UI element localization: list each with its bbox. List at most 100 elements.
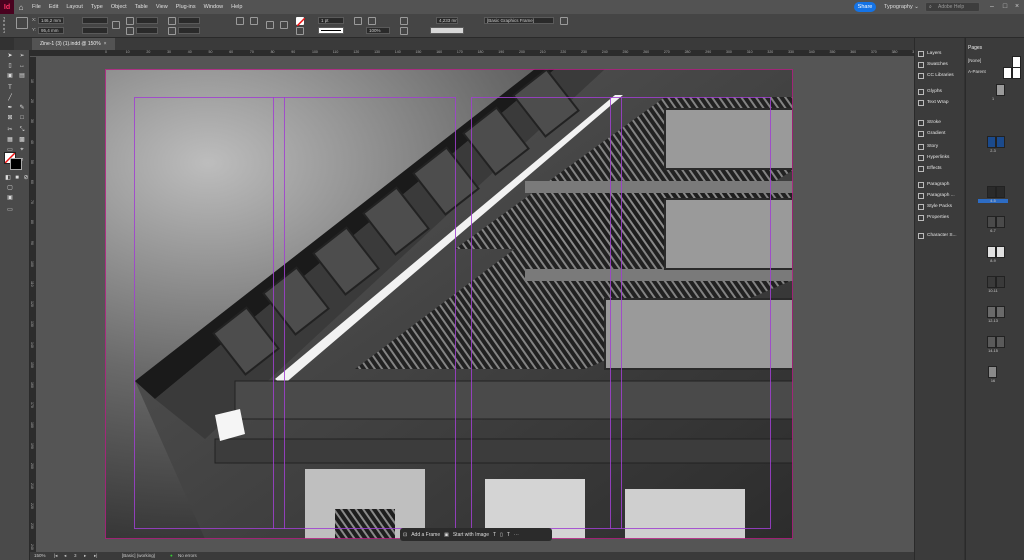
pencil-tool-icon[interactable]: ✎: [17, 104, 27, 112]
spread-label[interactable]: 6-7: [978, 229, 1008, 233]
last-page-icon[interactable]: ▸|: [94, 553, 97, 559]
a-parent-thumb-left[interactable]: [1003, 67, 1012, 79]
spread-label[interactable]: 14-15: [978, 349, 1008, 353]
shear-icon[interactable]: [168, 27, 176, 35]
spread-label[interactable]: 16: [978, 379, 1008, 383]
spread-label[interactable]: 1: [978, 97, 1008, 101]
rectangle-frame-tool-icon[interactable]: ⊠: [5, 114, 15, 122]
first-page-icon[interactable]: |◂: [54, 553, 57, 559]
page-thumbnail[interactable]: [996, 136, 1005, 148]
flip-vertical-icon[interactable]: [250, 17, 258, 25]
text-icon[interactable]: T: [493, 532, 496, 538]
height-field[interactable]: [82, 27, 108, 34]
scale-x-icon[interactable]: [126, 17, 134, 25]
scale-x-field[interactable]: [136, 17, 158, 24]
menu-window[interactable]: Window: [200, 0, 228, 14]
menu-view[interactable]: View: [152, 0, 172, 14]
selection-tool-icon[interactable]: ➤: [5, 52, 15, 60]
panel-swatches[interactable]: Swatches: [918, 59, 964, 70]
scale-y-field[interactable]: [136, 27, 158, 34]
select-container-icon[interactable]: [266, 21, 274, 29]
shear-field[interactable]: [178, 27, 200, 34]
panel-effects[interactable]: Effects: [918, 163, 964, 174]
menu-layout[interactable]: Layout: [62, 0, 87, 14]
close-tab-icon[interactable]: ×: [104, 41, 107, 47]
panel-layers[interactable]: Layers: [918, 48, 964, 59]
opacity-field[interactable]: 100%: [366, 27, 390, 34]
panel-glyphs[interactable]: Glyphs: [918, 86, 964, 97]
page-thumbnail[interactable]: [996, 216, 1005, 228]
preflight-profile[interactable]: [Basic] (working): [122, 553, 155, 558]
share-button[interactable]: Share: [854, 2, 876, 12]
x-field[interactable]: 146,2 mm: [38, 17, 64, 24]
page-thumbnail[interactable]: [996, 84, 1005, 96]
add-frame-button[interactable]: Add a Frame: [411, 532, 440, 538]
type-icon[interactable]: T: [507, 532, 510, 538]
panel-stroke[interactable]: Stroke: [918, 117, 964, 128]
panel-gradient[interactable]: Gradient: [918, 128, 964, 139]
a-parent[interactable]: A-Parent: [968, 69, 986, 74]
prev-page-icon[interactable]: ◂: [64, 553, 66, 559]
formatting-affects-container-icon[interactable]: ▢: [5, 184, 15, 192]
type-tool-icon[interactable]: T: [5, 84, 15, 92]
scissors-tool-icon[interactable]: ✂: [5, 126, 15, 134]
text-wrap-icon[interactable]: [400, 27, 408, 35]
corner-options-icon[interactable]: [400, 17, 408, 25]
select-content-icon[interactable]: [280, 21, 288, 29]
horizontal-ruler[interactable]: 0 10 20 30 40 50 60 70 80 90 100 110 120 130 140 150 160…: [30, 50, 914, 57]
spread-label[interactable]: 2-3: [978, 149, 1008, 153]
pen-tool-icon[interactable]: ✒: [5, 104, 15, 112]
line-tool-icon[interactable]: ╱: [5, 94, 15, 102]
maximize-icon[interactable]: □: [999, 0, 1011, 14]
vertical-ruler[interactable]: 10 20 30 40 50 60 70 80 90 100 110 120 130 140 150 160 1…: [30, 57, 37, 552]
eyedropper-tool-icon[interactable]: ⌖: [17, 146, 27, 154]
document-tab[interactable]: Zine-1 (3) (1).indd @ 150% ×: [32, 38, 115, 50]
page-thumbnail[interactable]: [996, 276, 1005, 288]
spread-label[interactable]: 8-9: [978, 259, 1008, 263]
menu-type[interactable]: Type: [87, 0, 107, 14]
page-thumbnail[interactable]: [987, 136, 996, 148]
pages-tab[interactable]: Pages: [968, 45, 982, 51]
menu-object[interactable]: Object: [107, 0, 131, 14]
a-parent-thumb-right[interactable]: [1012, 67, 1021, 79]
none-parent[interactable]: [None]: [968, 58, 981, 63]
panel-paragraph[interactable]: Paragraph: [918, 179, 964, 190]
page-thumbnail[interactable]: [987, 246, 996, 258]
more-icon[interactable]: ⋯: [514, 532, 519, 538]
errors-status[interactable]: No errors: [178, 553, 197, 558]
panel-style-packs[interactable]: Style Packs: [918, 201, 964, 212]
gap-field[interactable]: 4,233 mm: [436, 17, 458, 24]
search-help-input[interactable]: ⌕ Adobe Help: [925, 2, 980, 12]
menu-plugins[interactable]: Plug-ins: [172, 0, 200, 14]
content-placer-icon[interactable]: ▤: [17, 72, 27, 80]
page-thumbnail[interactable]: [996, 336, 1005, 348]
page-thumbnail[interactable]: [996, 186, 1005, 198]
home-icon[interactable]: ⌂: [14, 0, 28, 14]
page-thumbnail[interactable]: [987, 186, 996, 198]
corner-shape-select[interactable]: [430, 27, 464, 34]
panel-properties[interactable]: Properties: [918, 212, 964, 223]
panel-text-wrap[interactable]: Text Wrap: [918, 97, 964, 108]
constrain-proportions-icon[interactable]: [112, 21, 120, 29]
drop-shadow-icon[interactable]: [354, 17, 362, 25]
panel-character-s[interactable]: Character S...: [918, 230, 964, 241]
y-field[interactable]: 95,4 mm: [38, 27, 64, 34]
stroke-swatch[interactable]: [296, 27, 304, 35]
normal-view-icon[interactable]: ▣: [5, 194, 15, 202]
page-thumbnail[interactable]: [996, 246, 1005, 258]
next-page-icon[interactable]: ▸: [84, 553, 86, 559]
panel-hyperlinks[interactable]: Hyperlinks: [918, 152, 964, 163]
workspace-switcher[interactable]: Typography ⌄: [884, 0, 919, 14]
page-number[interactable]: 3: [74, 553, 77, 558]
object-style-select[interactable]: [Basic Graphics Frame]: [484, 17, 554, 24]
width-field[interactable]: [82, 17, 108, 24]
rotate-field[interactable]: [178, 17, 200, 24]
rotate-icon[interactable]: [168, 17, 176, 25]
rectangle-tool-icon[interactable]: □: [17, 114, 27, 122]
grip-icon[interactable]: [3, 17, 13, 33]
stroke-color-icon[interactable]: [10, 158, 22, 170]
gradient-swatch-tool-icon[interactable]: ▦: [5, 136, 15, 144]
image-icon[interactable]: ▣: [444, 532, 449, 538]
pasteboard[interactable]: [37, 57, 914, 552]
page-thumbnail[interactable]: [987, 336, 996, 348]
